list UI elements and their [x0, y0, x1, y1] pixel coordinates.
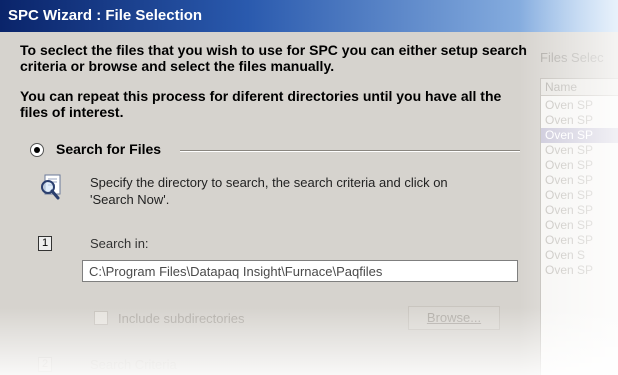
step-2-number: 2 [38, 357, 52, 372]
file-list-item[interactable]: Oven SP [541, 158, 618, 173]
file-list-item[interactable]: Oven SP [541, 188, 618, 203]
search-in-label: Search in: [90, 236, 149, 251]
files-list[interactable]: Name Oven SP Oven SP Oven SP Oven SP Oven SP… [540, 78, 618, 375]
section-divider [180, 150, 520, 152]
window-title: SPC Wizard : File Selection [8, 7, 203, 24]
search-for-files-label[interactable]: Search for Files [56, 141, 161, 157]
include-subdirectories-checkbox[interactable] [94, 311, 108, 325]
file-list-item[interactable]: Oven SP [541, 218, 618, 233]
wizard-content: To seclect the files that you wish to us… [0, 32, 618, 375]
search-instruction-text: Specify the directory to search, the sea… [90, 175, 448, 207]
browse-button[interactable]: Browse... [408, 306, 500, 330]
file-list-item[interactable]: Oven SP [541, 98, 618, 113]
search-for-files-radio-row[interactable]: Search for Files [30, 140, 530, 160]
files-selected-label: Files Selec [540, 50, 604, 65]
intro-paragraph-1: To seclect the files that you wish to us… [20, 42, 527, 74]
search-files-icon [38, 173, 66, 201]
wizard-window: SPC Wizard : File Selection To seclect t… [0, 0, 618, 375]
step-1-number: 1 [38, 236, 52, 251]
name-column-header[interactable]: Name [541, 79, 618, 96]
search-path-input[interactable] [82, 260, 518, 282]
file-list-item[interactable]: Oven SP [541, 263, 618, 278]
file-list-item[interactable]: Oven S [541, 248, 618, 263]
file-list-item[interactable]: Oven SP [541, 233, 618, 248]
files-selected-panel: Files Selec Name Oven SP Oven SP Oven SP Ov… [534, 32, 618, 375]
title-bar[interactable]: SPC Wizard : File Selection [0, 0, 618, 32]
include-subdirectories-label[interactable]: Include subdirectories [118, 311, 244, 326]
search-for-files-radio[interactable] [30, 143, 44, 157]
file-list-item[interactable]: Oven SP [541, 113, 618, 128]
file-list-item[interactable]: Oven SP [541, 173, 618, 188]
search-criteria-label: Search Criteria [90, 357, 177, 372]
intro-paragraph-2: You can repeat this process for diferent… [20, 88, 502, 120]
file-list-item[interactable]: Oven SP [541, 203, 618, 218]
file-list-item[interactable]: Oven SP [541, 128, 618, 143]
file-list-item[interactable]: Oven SP [541, 143, 618, 158]
